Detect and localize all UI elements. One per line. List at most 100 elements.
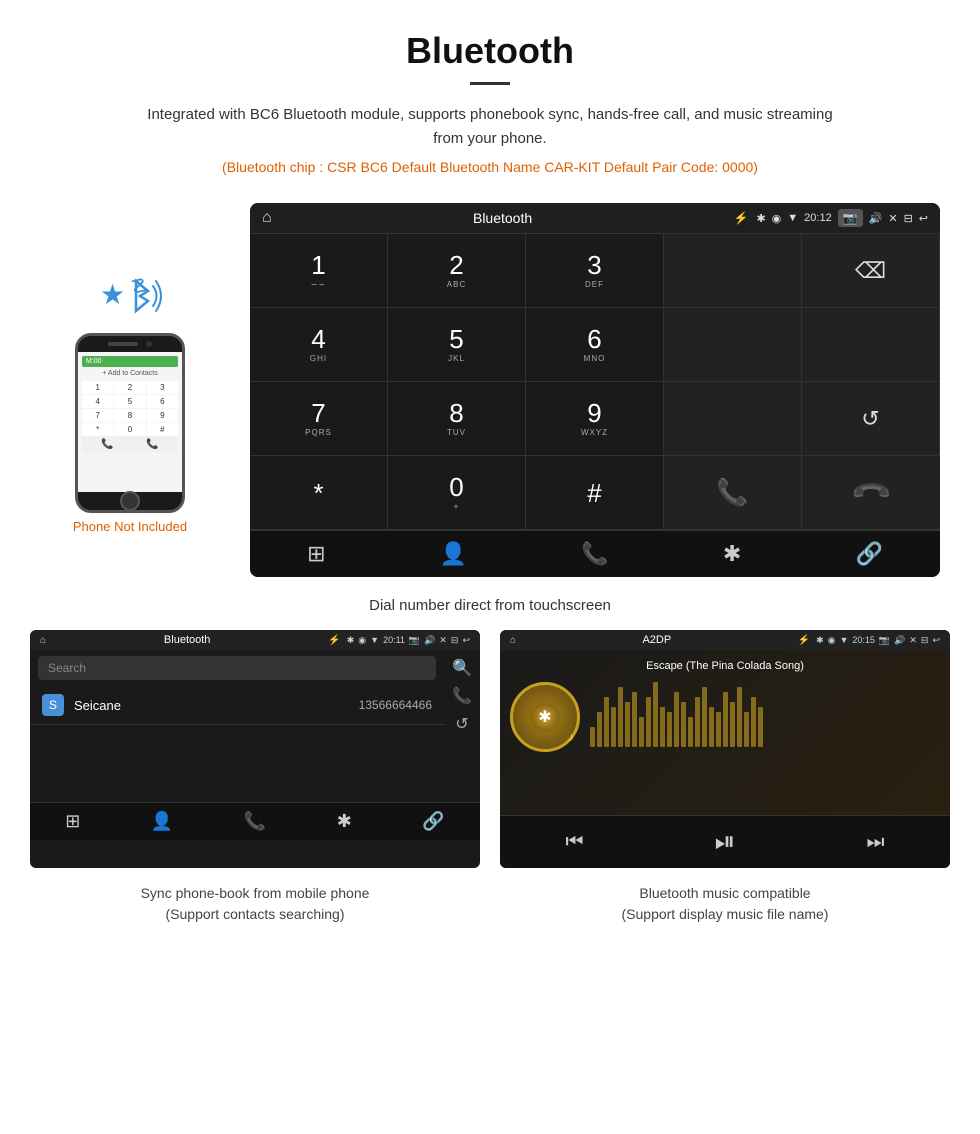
pb-back-icon[interactable]: ↩ [462, 635, 470, 646]
music-usb-icon: ⚡ [798, 635, 810, 646]
pb-search-icon[interactable]: 🔍 [452, 658, 472, 678]
dialpad-status-title: Bluetooth [280, 210, 726, 226]
bluetooth-icon: ✱ [756, 212, 765, 225]
pb-time: 20:11 [383, 635, 405, 645]
phone-key: 1 [82, 381, 113, 394]
phonebook-caption-line1: Sync phone-book from mobile phone [30, 883, 480, 904]
dial-key-8[interactable]: 8TUV [388, 382, 526, 456]
dial-backspace[interactable]: ⌫ [802, 234, 940, 308]
nav-contacts-icon[interactable]: 👤 [440, 541, 467, 567]
dial-key-star[interactable]: * [250, 456, 388, 530]
pb-status-right: ✱ ◉ ▼ 20:11 📷 🔊 ✕ ⊟ ↩ [347, 635, 470, 646]
dial-key-3[interactable]: 3DEF [526, 234, 664, 308]
search-placeholder: Search [48, 661, 426, 675]
back-icon[interactable]: ↩ [919, 212, 928, 225]
phone-key: 2 [114, 381, 145, 394]
page-description: Integrated with BC6 Bluetooth module, su… [140, 103, 840, 151]
phonebook-screen: ⌂ Bluetooth ⚡ ✱ ◉ ▼ 20:11 📷 🔊 ✕ ⊟ ↩ [30, 630, 480, 868]
phone-contact-label: + Add to Contacts [82, 370, 178, 377]
viz-bar [590, 727, 595, 747]
contact-name: Seicane [74, 698, 359, 713]
music-home-icon[interactable]: ⌂ [510, 635, 516, 646]
phonebook-caption: Sync phone-book from mobile phone (Suppo… [30, 883, 480, 925]
pbn-grid-icon[interactable]: ⊞ [65, 811, 80, 832]
phonebook-contact-item[interactable]: S Seicane 13566664466 [30, 686, 444, 725]
phonebook-list: Search S Seicane 13566664466 [30, 650, 444, 742]
dial-call-green[interactable]: 📞 [664, 456, 802, 530]
dialpad-screen: ⌂ Bluetooth ⚡ ✱ ◉ ▼ 20:12 📷 🔊 ✕ ⊟ ↩ [250, 203, 940, 577]
top-section: ★ ☡ M:00 [30, 203, 950, 577]
dial-refresh[interactable]: ↺ [802, 382, 940, 456]
signal-icon: ▼ [787, 212, 798, 224]
dial-empty-r3c4 [664, 382, 802, 456]
phonebook-search-bar[interactable]: Search [38, 656, 436, 680]
dial-key-5[interactable]: 5JKL [388, 308, 526, 382]
nav-bluetooth-icon[interactable]: ✱ [723, 541, 741, 567]
page-title: Bluetooth [40, 30, 940, 72]
music-statusbar: ⌂ A2DP ⚡ ✱ ◉ ▼ 20:15 📷 🔊 ✕ ⊟ ↩ [500, 630, 950, 650]
viz-bar [758, 707, 763, 747]
dial-key-7[interactable]: 7PQRS [250, 382, 388, 456]
play-pause-icon[interactable]: ⏯ [715, 826, 736, 858]
prev-track-icon[interactable]: ⏮ [566, 831, 584, 854]
dialpad-caption: Dial number direct from touchscreen [369, 597, 611, 614]
home-icon[interactable]: ⌂ [262, 209, 272, 227]
volume-icon: 🔊 [869, 212, 883, 225]
dial-key-hash[interactable]: # [526, 456, 664, 530]
camera-icon: 📷 [838, 209, 863, 227]
next-track-icon[interactable]: ⏭ [866, 831, 884, 854]
main-content: ★ ☡ M:00 [0, 203, 980, 925]
dial-key-2[interactable]: 2ABC [388, 234, 526, 308]
viz-bar [737, 687, 742, 747]
music-caption: Bluetooth music compatible (Support disp… [500, 883, 950, 925]
phonebook-action-icons: 🔍 📞 ↺ [444, 650, 480, 742]
dial-key-4[interactable]: 4GHI [250, 308, 388, 382]
phone-key: 9 [147, 409, 178, 422]
dial-key-0[interactable]: 0+ [388, 456, 526, 530]
music-album-row: ✱ ♪ [510, 682, 940, 752]
dial-key-1[interactable]: 1∽∽ [250, 234, 388, 308]
pbn-contacts-icon[interactable]: 👤 [151, 811, 173, 832]
phone-key: 7 [82, 409, 113, 422]
pbn-link-icon[interactable]: 🔗 [422, 811, 444, 832]
viz-bar [618, 687, 623, 747]
phone-speaker [108, 342, 138, 346]
pbn-phone-icon[interactable]: 📞 [244, 811, 266, 832]
dial-call-red[interactable]: 📞 [802, 456, 940, 530]
music-visualizer [590, 687, 940, 747]
music-note-icon: ♪ [568, 730, 574, 744]
phone-key: 3 [147, 381, 178, 394]
music-screen: ⌂ A2DP ⚡ ✱ ◉ ▼ 20:15 📷 🔊 ✕ ⊟ ↩ Escape (T… [500, 630, 950, 868]
contact-number: 13566664466 [359, 698, 432, 712]
viz-bar [681, 702, 686, 747]
phone-key: 6 [147, 395, 178, 408]
music-close-icon: ✕ [909, 635, 917, 646]
nav-phone-icon[interactable]: 📞 [581, 541, 608, 567]
nav-link-icon[interactable]: 🔗 [855, 541, 882, 567]
phone-dialpad: 1 2 3 4 5 6 7 8 9 * 0 # [82, 381, 178, 436]
dial-key-6[interactable]: 6MNO [526, 308, 664, 382]
phone-end-button: 📞 [101, 439, 113, 450]
phone-key: 0 [114, 423, 145, 436]
music-status-right: ✱ ◉ ▼ 20:15 📷 🔊 ✕ ⊟ ↩ [816, 635, 940, 646]
pb-sync-icon[interactable]: ↺ [455, 714, 468, 734]
bluetooth-waves-container: ★ ☡ [90, 263, 170, 323]
phone-screen: M:00 + Add to Contacts 1 2 3 4 5 6 7 8 9… [78, 352, 182, 492]
phone-key: 8 [114, 409, 145, 422]
viz-bar [716, 712, 721, 747]
dialpad-statusbar: ⌂ Bluetooth ⚡ ✱ ◉ ▼ 20:12 📷 🔊 ✕ ⊟ ↩ [250, 203, 940, 233]
viz-bar [674, 692, 679, 747]
pb-loc-icon: ◉ [358, 635, 366, 646]
nav-grid-icon[interactable]: ⊞ [307, 541, 325, 567]
phone-bottom-row: 📞 📞 [82, 436, 178, 453]
pbn-bt-icon[interactable]: ✱ [337, 811, 352, 832]
phone-top-bar [78, 336, 182, 352]
pb-call-icon[interactable]: 📞 [452, 686, 472, 706]
viz-bar [604, 697, 609, 747]
music-back-icon[interactable]: ↩ [932, 635, 940, 646]
pb-home-icon[interactable]: ⌂ [40, 635, 46, 646]
phone-not-included-label: Phone Not Included [73, 519, 187, 534]
phone-key: # [147, 423, 178, 436]
dial-key-9[interactable]: 9WXYZ [526, 382, 664, 456]
viz-bar [709, 707, 714, 747]
